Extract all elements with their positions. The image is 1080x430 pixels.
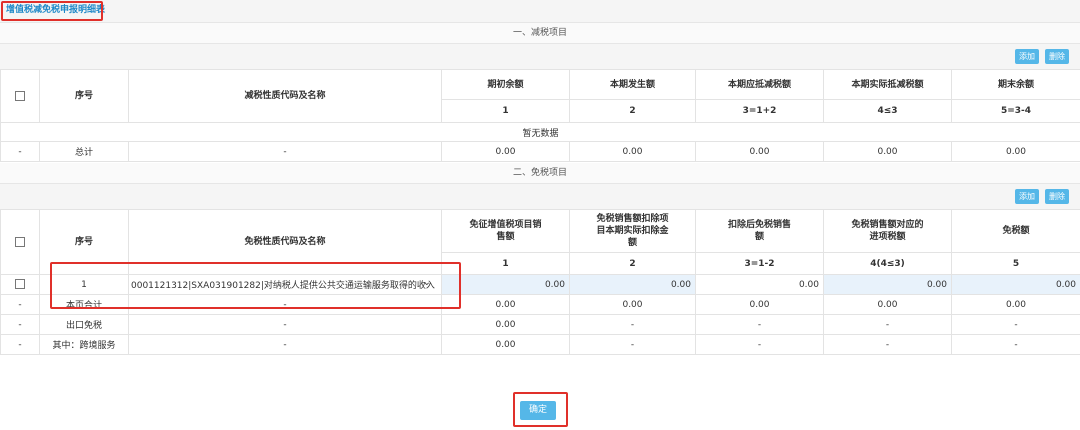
col-number: 3=1-2 <box>695 252 824 275</box>
col-number: 1 <box>441 252 570 275</box>
cell: - <box>0 294 40 315</box>
toolbar-exemption: 添加 删除 <box>0 184 1080 209</box>
header-code-name: 减税性质代码及名称 <box>128 69 442 123</box>
col-number: 5 <box>951 252 1080 275</box>
row-checkbox-cell[interactable] <box>0 274 40 295</box>
header-col: 免征增值税项目销售额 <box>441 209 570 253</box>
delete-button[interactable]: 删除 <box>1045 49 1069 64</box>
cell: 0.00 <box>441 334 570 355</box>
tab-bar: 增值税减免税申报明细表 <box>0 0 1080 23</box>
cell: - <box>695 314 824 335</box>
cell: 0.00 <box>569 294 696 315</box>
cell: 0.00 <box>569 141 696 162</box>
cell: 0.00 <box>441 141 570 162</box>
col-number: 4(4≤3) <box>823 252 952 275</box>
select-all-checkbox-cell[interactable] <box>0 69 40 123</box>
select-all-checkbox-cell[interactable] <box>0 209 40 275</box>
header-col: 本期实际抵减税额 <box>823 69 952 100</box>
checkbox[interactable] <box>15 90 25 101</box>
cell: - <box>128 141 442 162</box>
cell: - <box>128 294 442 315</box>
exemption-code-value: 0001121312|SXA031901282|对纳税人提供公共交通运输服务取得… <box>131 281 435 291</box>
checkbox[interactable] <box>15 279 25 290</box>
table-row: 1 0001121312|SXA031901282|对纳税人提供公共交通运输服务… <box>0 274 1080 295</box>
col-number: 5=3-4 <box>951 99 1080 123</box>
header-code-name: 免税性质代码及名称 <box>128 209 442 275</box>
col-number: 4≤3 <box>823 99 952 123</box>
tab-vat-reduction-detail[interactable]: 增值税减免税申报明细表 <box>3 2 108 18</box>
cell: 本页合计 <box>39 294 129 315</box>
cell: - <box>951 334 1080 355</box>
header-col: 免税销售额对应的进项税额 <box>823 209 952 253</box>
cell: 出口免税 <box>39 314 129 335</box>
cell: 0.00 <box>823 141 952 162</box>
amount-input[interactable]: 0.00 <box>951 274 1080 295</box>
cell: - <box>569 314 696 335</box>
add-button[interactable]: 添加 <box>1015 49 1039 64</box>
table-row: - 总计 - 0.00 0.00 0.00 0.00 0.00 <box>0 141 1080 162</box>
header-col: 期初余额 <box>441 69 570 100</box>
header-col: 期末余额 <box>951 69 1080 100</box>
toolbar-reduction: 添加 删除 <box>0 44 1080 69</box>
exemption-code-select[interactable]: 0001121312|SXA031901282|对纳税人提供公共交通运输服务取得… <box>128 274 442 295</box>
col-number: 3=1+2 <box>695 99 824 123</box>
amount-input[interactable]: 0.00 <box>441 274 570 295</box>
cell: 0.00 <box>951 294 1080 315</box>
cell-seq: 1 <box>39 274 129 295</box>
cell: 0.00 <box>695 141 824 162</box>
cell: - <box>128 334 442 355</box>
chevron-down-icon[interactable]: ⌄ <box>423 277 431 288</box>
header-col: 本期发生额 <box>569 69 696 100</box>
amount-input[interactable]: 0.00 <box>569 274 696 295</box>
cell: - <box>0 141 40 162</box>
cell: - <box>823 314 952 335</box>
section-title-reduction: 一、减税项目 <box>0 23 1080 44</box>
cell: 0.00 <box>441 314 570 335</box>
cell: 0.00 <box>951 141 1080 162</box>
cell: 总计 <box>39 141 129 162</box>
table-row: - 其中：跨境服务 - 0.00 - - - - <box>0 334 1080 355</box>
empty-text: 暂无数据 <box>0 122 1080 142</box>
add-button[interactable]: 添加 <box>1015 189 1039 204</box>
table-row: - 本页合计 - 0.00 0.00 0.00 0.00 0.00 <box>0 294 1080 315</box>
amount-input[interactable]: 0.00 <box>823 274 952 295</box>
reduction-table: 序号 减税性质代码及名称 期初余额 本期发生额 本期应抵减税额 本期实际抵减税额… <box>0 69 1080 162</box>
cell: - <box>823 334 952 355</box>
exemption-table: 序号 免税性质代码及名称 免征增值税项目销售额 免税销售额扣除项目本期实际扣除金… <box>0 209 1080 355</box>
cell: - <box>128 314 442 335</box>
header-col: 免税额 <box>951 209 1080 253</box>
header-seq: 序号 <box>39 69 129 123</box>
cell: - <box>569 334 696 355</box>
col-number: 2 <box>569 99 696 123</box>
cell: 0.00 <box>441 294 570 315</box>
cell: - <box>0 314 40 335</box>
amount-cell: 0.00 <box>695 274 824 295</box>
header-seq: 序号 <box>39 209 129 275</box>
header-col: 本期应抵减税额 <box>695 69 824 100</box>
cell: 0.00 <box>695 294 824 315</box>
header-col: 扣除后免税销售额 <box>695 209 824 253</box>
cell: - <box>951 314 1080 335</box>
col-number: 2 <box>569 252 696 275</box>
checkbox[interactable] <box>15 236 25 247</box>
section-title-exemption: 二、免税项目 <box>0 163 1080 184</box>
header-col: 免税销售额扣除项目本期实际扣除金额 <box>569 209 696 253</box>
col-number: 1 <box>441 99 570 123</box>
cell: - <box>695 334 824 355</box>
cell: 其中：跨境服务 <box>39 334 129 355</box>
table-row: - 出口免税 - 0.00 - - - - <box>0 314 1080 335</box>
confirm-button[interactable]: 确定 <box>520 401 556 420</box>
delete-button[interactable]: 删除 <box>1045 189 1069 204</box>
cell: 0.00 <box>823 294 952 315</box>
cell: - <box>0 334 40 355</box>
